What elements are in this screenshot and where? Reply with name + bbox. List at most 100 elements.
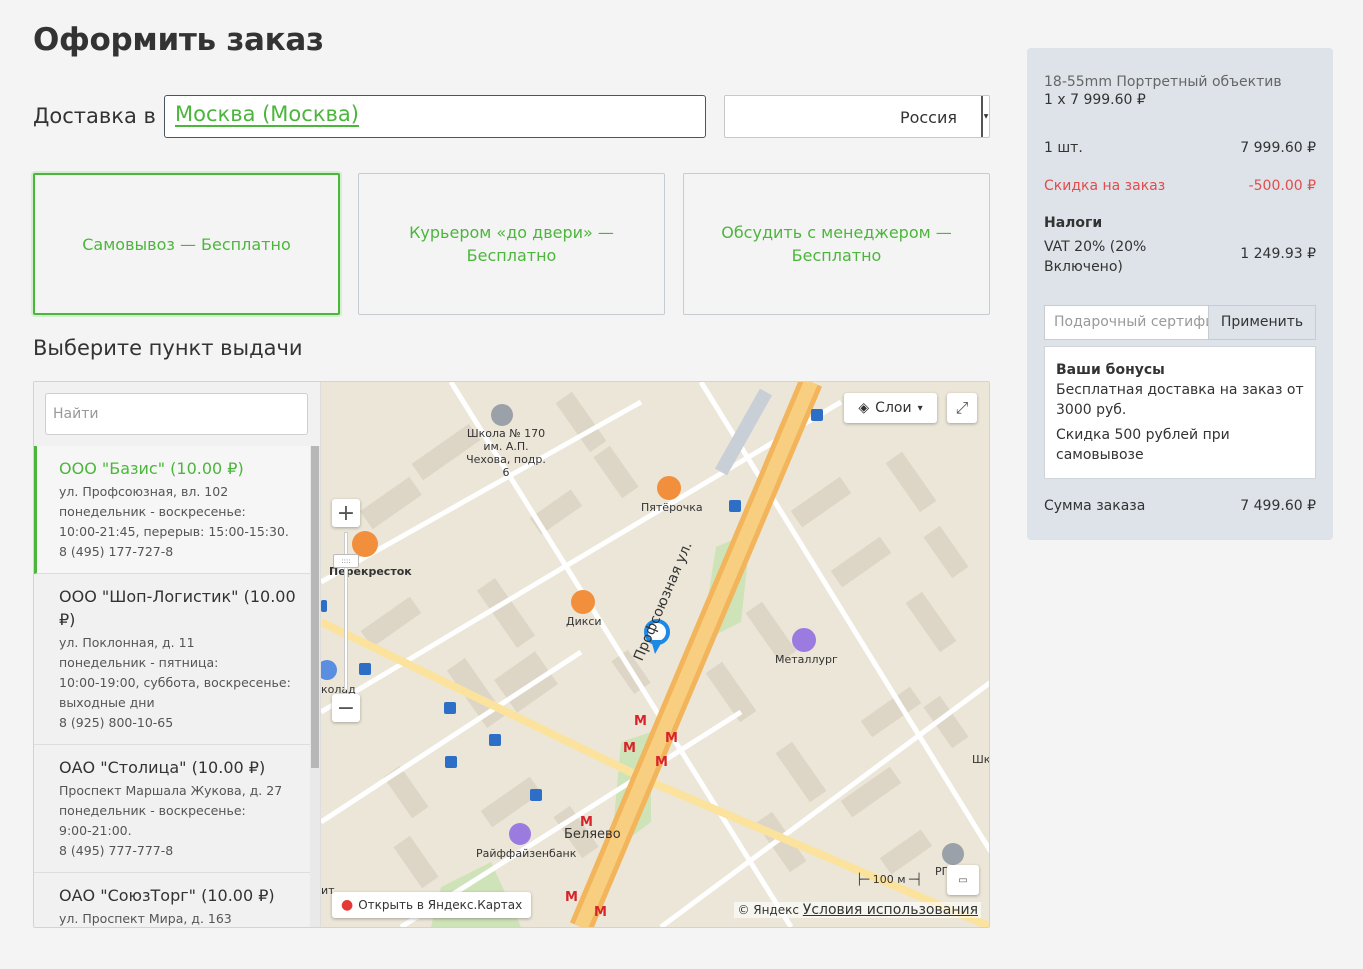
terms-link[interactable]: Условия использования xyxy=(803,902,978,918)
method-pickup[interactable]: Самовывоз — Бесплатно xyxy=(33,173,340,315)
pickup-point-address: Проспект Маршала Жукова, д. 27 xyxy=(59,783,283,798)
ruler-icon: ▭ xyxy=(958,874,968,886)
pickup-point-shop-logistic[interactable]: ООО "Шоп-Логистик" (10.00 ₽) ул. Поклонн… xyxy=(34,574,310,745)
pickup-point-name: ООО "Шоп-Логистик" (10.00 ₽) xyxy=(59,587,296,629)
pickup-point-schedule: понедельник - воскресенье: xyxy=(59,504,246,519)
pickup-title: Выберите пункт выдачи xyxy=(33,336,303,360)
map-label-metallurg: Металлург xyxy=(775,653,838,666)
pickup-list-pane: Найти ООО "Базис" (10.00 ₽) ул. Профсоюз… xyxy=(34,382,321,927)
pickup-picker: Найти ООО "Базис" (10.00 ₽) ул. Профсоюз… xyxy=(33,381,990,928)
svg-text:M: M xyxy=(634,714,647,729)
bonus-title: Ваши бонусы xyxy=(1056,362,1165,378)
total-row: Сумма заказа 7 499.60 ₽ xyxy=(1044,498,1316,514)
pickup-point-name: ООО "Базис" (10.00 ₽) xyxy=(59,459,244,478)
svg-text:M: M xyxy=(665,731,678,746)
apply-coupon-button[interactable]: Применить xyxy=(1208,306,1315,339)
country-select[interactable]: Россия ▼ xyxy=(724,95,990,138)
method-courier[interactable]: Курьером «до двери» — Бесплатно xyxy=(358,173,665,315)
pickup-point-name: ОАО "Столица" (10.00 ₽) xyxy=(59,758,266,777)
bonus-box: Ваши бонусы Бесплатная доставка на заказ… xyxy=(1044,346,1316,479)
layers-label: Слои xyxy=(875,400,912,416)
pickup-point-soyuztorg[interactable]: ОАО "СоюзТорг" (10.00 ₽) ул. Проспект Ми… xyxy=(34,873,310,927)
pickup-point-name: ОАО "СоюзТорг" (10.00 ₽) xyxy=(59,886,275,905)
layers-button[interactable]: ◈ Слои ▾ xyxy=(844,393,937,423)
chevron-down-icon: ▾ xyxy=(917,402,923,414)
pickup-point-address: ул. Поклонная, д. 11 xyxy=(59,635,195,650)
bonus-free-delivery: Бесплатная доставка на заказ от 3000 руб… xyxy=(1056,382,1304,418)
svg-text:M: M xyxy=(565,890,578,905)
pickup-search-input[interactable]: Найти xyxy=(45,393,308,435)
zoom-in-button[interactable]: + xyxy=(332,499,360,527)
pickup-point-hours: 10:00-19:00, суббота, воскресенье: xyxy=(59,675,291,690)
plus-icon: + xyxy=(336,500,356,526)
map-label-belyaevo: Беляево xyxy=(564,827,621,842)
map-label-pyaterochka: Пятёрочка xyxy=(641,501,703,514)
open-yandex-maps-label: Открыть в Яндекс.Картах xyxy=(358,898,523,912)
pickup-point-weekend: выходные дни xyxy=(59,695,155,710)
pickup-point-phone: 8 (495) 777-777-8 xyxy=(59,843,174,858)
ruler-button[interactable]: ▭ xyxy=(947,865,979,895)
total-value: 7 499.60 ₽ xyxy=(1240,498,1316,514)
map-copyright: © Яндекс Условия использования xyxy=(734,902,981,918)
layers-icon: ◈ xyxy=(858,400,870,416)
pickup-list-scrollbar[interactable] xyxy=(310,446,320,927)
pickup-list: ООО "Базис" (10.00 ₽) ул. Профсоюзная, в… xyxy=(34,446,310,927)
map-label-shk: Шк xyxy=(972,753,990,766)
delivery-label: Доставка в xyxy=(33,104,156,128)
product-name: 18-55mm Портретный объектив xyxy=(1044,74,1282,90)
method-manager[interactable]: Обсудить с менеджером — Бесплатно xyxy=(683,173,990,315)
pickup-point-stolitsa[interactable]: ОАО "Столица" (10.00 ₽) Проспект Маршала… xyxy=(34,745,310,873)
scrollbar-thumb[interactable] xyxy=(311,446,319,768)
zoom-out-button[interactable]: − xyxy=(332,694,360,722)
count-row: 1 шт. 7 999.60 ₽ xyxy=(1044,140,1316,156)
pickup-point-address: ул. Проспект Мира, д. 163 xyxy=(59,911,232,926)
discount-row: Скидка на заказ -500.00 ₽ xyxy=(1044,178,1316,194)
dropdown-arrow-icon: ▼ xyxy=(981,96,989,137)
map-label-text: Школа № 170 им. А.П. Чехова, подр. 6 xyxy=(466,427,546,479)
pickup-point-hours: 9:00-21:00. xyxy=(59,823,132,838)
total-label: Сумма заказа xyxy=(1044,498,1146,514)
map-label-diksi: Дикси xyxy=(566,615,602,628)
svg-text:M: M xyxy=(594,905,607,920)
open-yandex-maps-button[interactable]: ● Открыть в Яндекс.Картах xyxy=(332,892,532,918)
coupon-group: Подарочный сертификат Применить xyxy=(1044,305,1316,340)
method-manager-label: Обсудить с менеджером — Бесплатно xyxy=(721,223,952,265)
copyright-text: © Яндекс xyxy=(737,903,799,917)
pickup-point-basis[interactable]: ООО "Базис" (10.00 ₽) ул. Профсоюзная, в… xyxy=(34,446,310,574)
tax-value: 1 249.93 ₽ xyxy=(1240,246,1316,262)
svg-text:M: M xyxy=(623,741,636,756)
order-summary: 18-55mm Портретный объектив 1 x 7 999.60… xyxy=(1027,48,1333,540)
fullscreen-button[interactable]: ⤢ xyxy=(947,393,977,423)
scale-label: 100 м xyxy=(872,873,906,886)
zoom-slider-handle[interactable]: :::: xyxy=(333,554,359,568)
discount-label: Скидка на заказ xyxy=(1044,178,1166,194)
discount-value: -500.00 ₽ xyxy=(1248,178,1316,194)
tax-name: VAT 20% (20% Включено) xyxy=(1044,239,1147,275)
country-value: Россия xyxy=(899,108,957,127)
city-input[interactable]: Москва (Москва) xyxy=(164,95,706,138)
pickup-point-schedule: понедельник - пятница: xyxy=(59,655,219,670)
count-value: 7 999.60 ₽ xyxy=(1240,140,1316,156)
count-label: 1 шт. xyxy=(1044,140,1083,156)
pickup-point-schedule: понедельник - воскресенье: xyxy=(59,803,246,818)
svg-text:M: M xyxy=(655,755,668,770)
pickup-point-phone: 8 (495) 177-727-8 xyxy=(59,544,174,559)
map-canvas: MMM MMM M xyxy=(321,382,989,927)
pickup-point-hours: 10:00-21:45, перерыв: 15:00-15:30. xyxy=(59,524,289,539)
map[interactable]: MMM MMM M Школа № 170 им. А.П. Чехова, п… xyxy=(321,382,990,927)
method-pickup-label: Самовывоз — Бесплатно xyxy=(82,234,291,254)
bonus-pickup-discount: Скидка 500 рублей при самовывозе xyxy=(1056,427,1230,463)
map-pin-icon: ● xyxy=(341,897,354,913)
product-qty-price: 1 x 7 999.60 ₽ xyxy=(1044,92,1146,108)
coupon-input[interactable]: Подарочный сертификат xyxy=(1045,306,1208,339)
map-scale: ├─ 100 м ─┤ xyxy=(856,873,923,886)
map-label-school: Школа № 170 им. А.П. Чехова, подр. 6 xyxy=(461,427,551,479)
minus-icon: − xyxy=(336,695,356,721)
pickup-point-phone: 8 (925) 800-10-65 xyxy=(59,715,174,730)
tax-title: Налоги xyxy=(1044,215,1103,231)
pickup-point-address: ул. Профсоюзная, вл. 102 xyxy=(59,484,229,499)
expand-icon: ⤢ xyxy=(955,398,969,417)
map-label-raiffeisen: Райффайзенбанк xyxy=(476,847,577,860)
method-courier-label: Курьером «до двери» — Бесплатно xyxy=(409,223,614,265)
page-title: Оформить заказ xyxy=(33,22,324,58)
